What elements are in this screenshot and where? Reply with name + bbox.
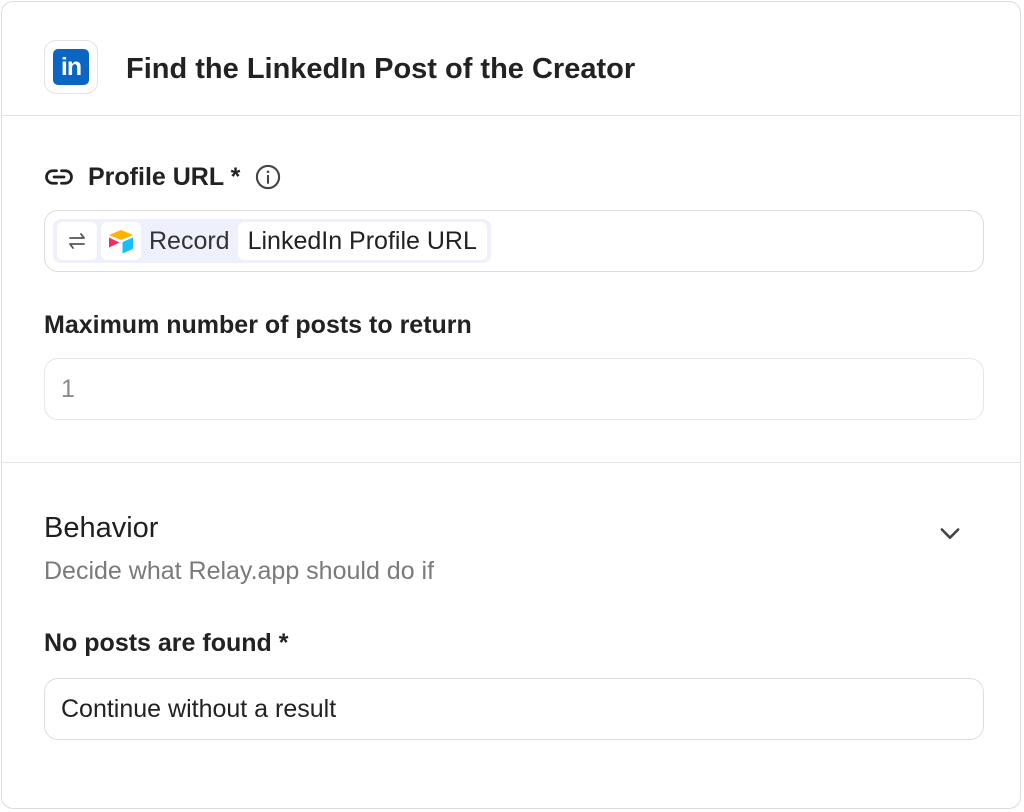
app-icon-container: in (44, 40, 98, 94)
linkedin-icon: in (53, 49, 89, 85)
swap-icon (57, 222, 97, 260)
profile-url-label: Profile URL * (88, 162, 241, 191)
step-title: Find the LinkedIn Post of the Creator (126, 53, 636, 85)
token-source-label: Record (149, 227, 230, 255)
step-config-card: in Find the LinkedIn Post of the Creator… (1, 1, 1021, 809)
inputs-section: Profile URL * Record LinkedIn Profile UR… (2, 116, 1020, 463)
no-posts-select[interactable]: Continue without a result (44, 678, 984, 740)
link-icon (45, 169, 73, 185)
behavior-title: Behavior (44, 512, 159, 544)
step-header: in Find the LinkedIn Post of the Creator (2, 2, 1020, 116)
chevron-down-icon[interactable] (936, 519, 964, 547)
token-field-label: LinkedIn Profile URL (237, 222, 487, 260)
info-icon[interactable] (254, 163, 282, 191)
behavior-subtitle: Decide what Relay.app should do if (44, 557, 435, 585)
profile-url-label-row: Profile URL * (44, 162, 282, 192)
max-posts-input[interactable] (44, 358, 984, 420)
no-posts-label: No posts are found * (44, 629, 289, 657)
airtable-icon (101, 222, 141, 260)
profile-url-field[interactable]: Record LinkedIn Profile URL (44, 210, 984, 272)
variable-token[interactable]: Record LinkedIn Profile URL (53, 219, 491, 263)
max-posts-label: Maximum number of posts to return (44, 311, 472, 339)
